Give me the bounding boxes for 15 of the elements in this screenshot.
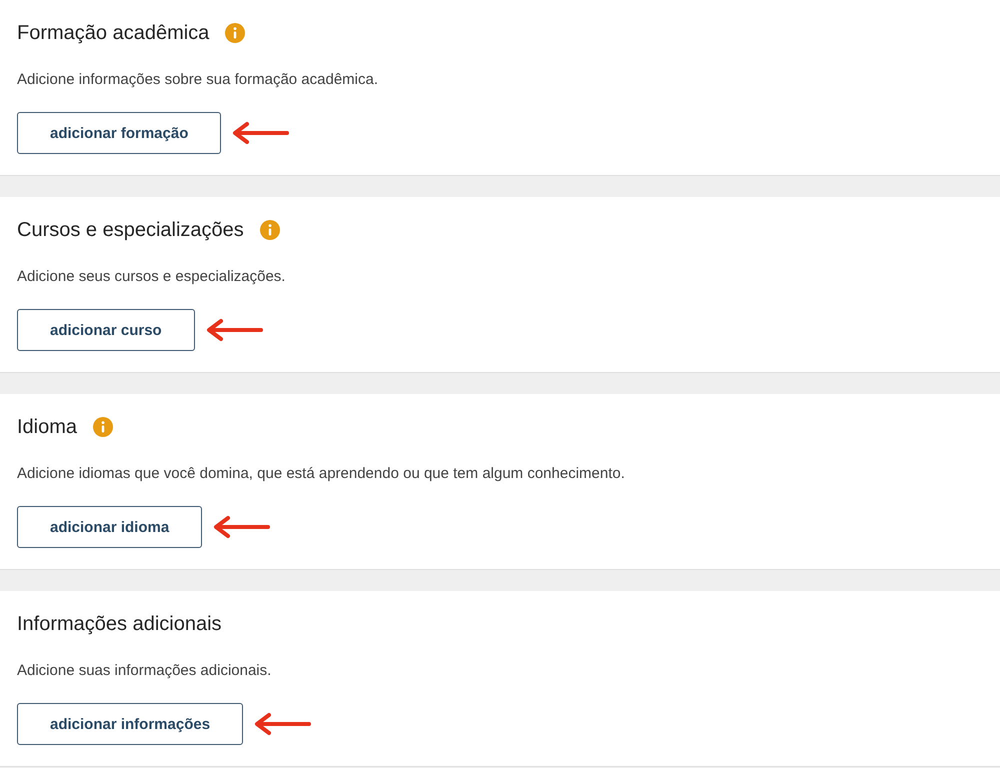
section-title: Cursos e especializações [17, 218, 244, 243]
section-description: Adicione suas informações adicionais. [17, 661, 272, 681]
info-icon[interactable] [260, 220, 280, 240]
add-button[interactable]: adicionar informações [17, 703, 244, 745]
section-description: Adicione seus cursos e especializações. [17, 267, 286, 287]
section-description: Adicione informações sobre sua formação acadêmica. [17, 70, 380, 90]
info-icon[interactable] [225, 23, 246, 43]
add-button[interactable]: adicionar curso [17, 309, 195, 351]
info-icon[interactable] [93, 417, 114, 437]
add-button[interactable]: adicionar idioma [17, 506, 202, 548]
section-title: Informações adicionais [17, 612, 222, 637]
add-button[interactable]: adicionar formação [17, 112, 222, 154]
section-description: Adicione idiomas que você domina, que está aprendendo ou que tem algum conhecimento. [17, 464, 626, 484]
section-title: Formação acadêmica [17, 21, 210, 46]
section-title: Idioma [17, 415, 78, 440]
